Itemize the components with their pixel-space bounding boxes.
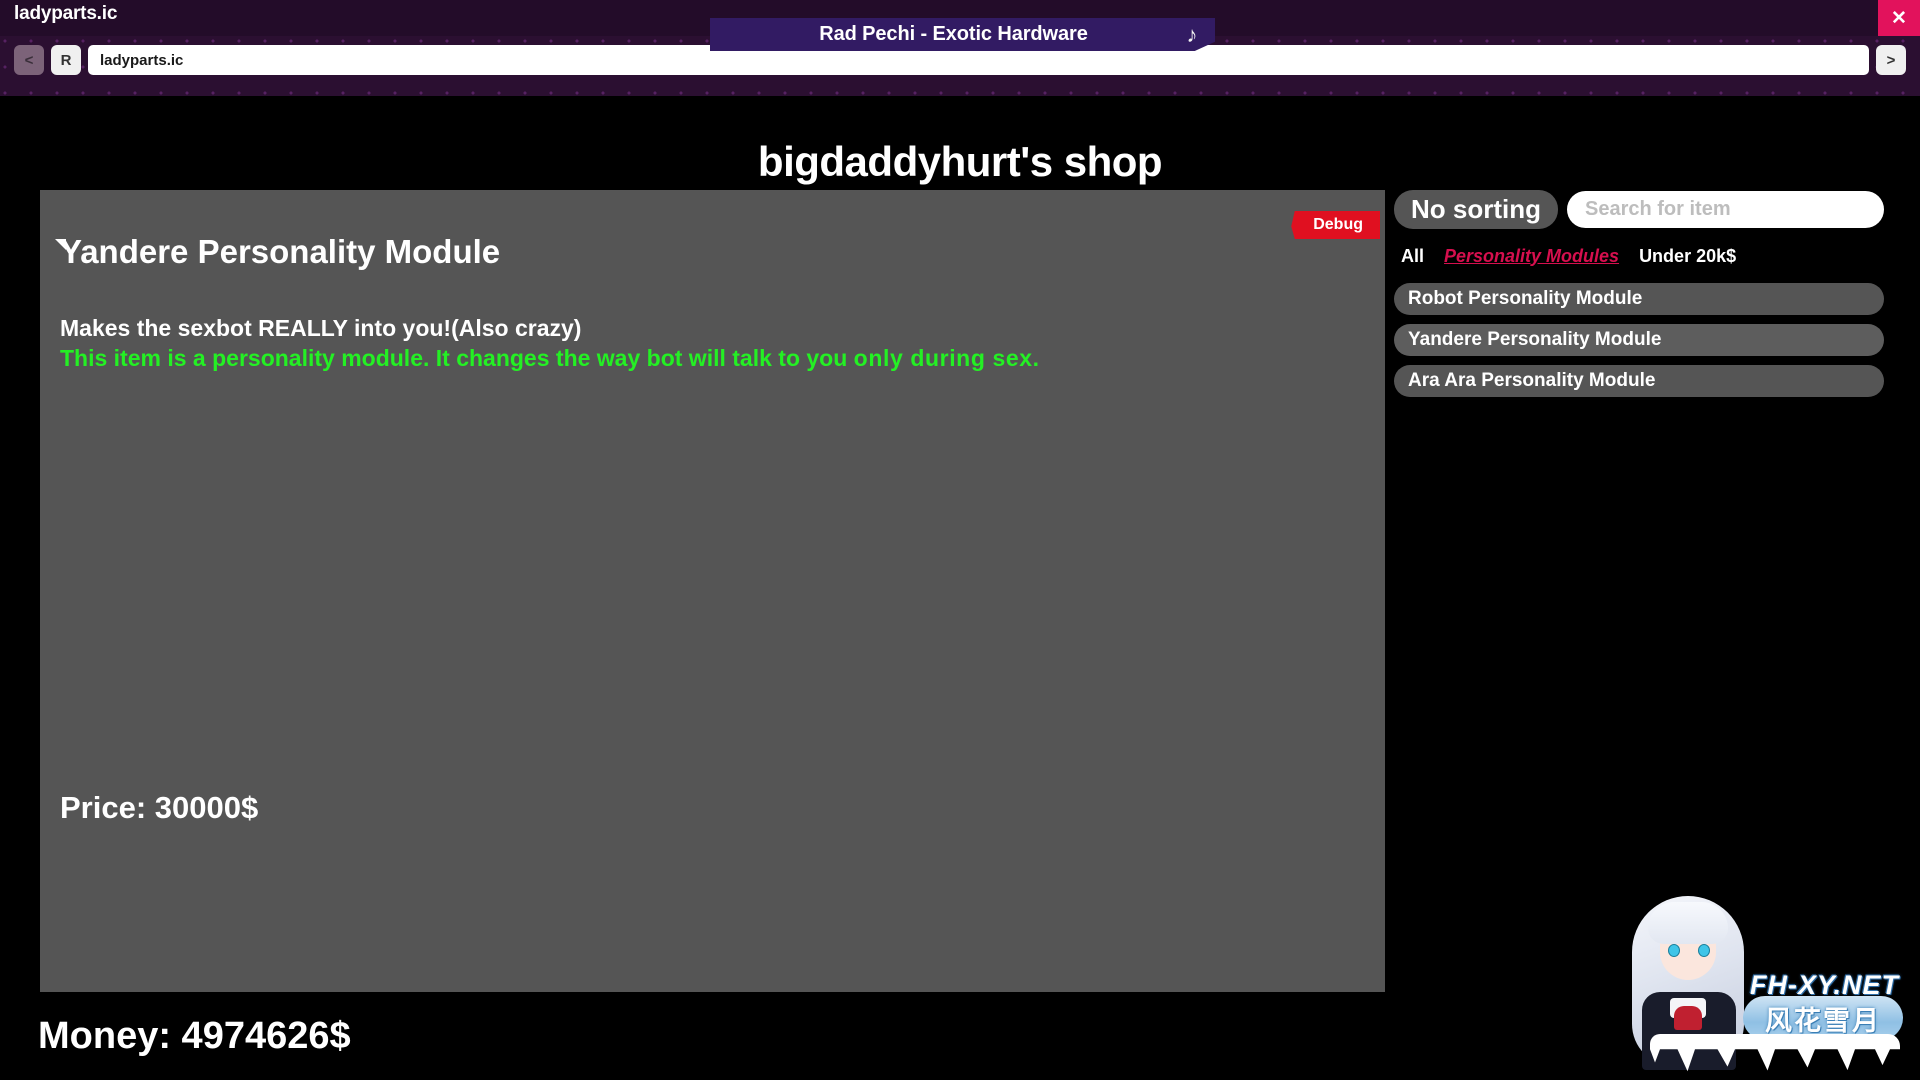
item-description: Makes the sexbot REALLY into you!(Also c… bbox=[60, 315, 582, 341]
music-note-icon[interactable]: ♪ bbox=[1169, 22, 1215, 48]
back-button[interactable]: < bbox=[14, 45, 44, 75]
filter-tab-all[interactable]: All bbox=[1401, 246, 1424, 267]
search-input[interactable] bbox=[1567, 190, 1884, 228]
close-icon[interactable]: ✕ bbox=[1878, 0, 1920, 36]
money-bar: Money: 4974626$ bbox=[24, 992, 1896, 1080]
filter-tabs: All Personality Modules Under 20k$ bbox=[1394, 245, 1884, 267]
filter-tab-personality-modules[interactable]: Personality Modules bbox=[1444, 246, 1619, 267]
item-detail-panel: Debug Yandere Personality Module Makes t… bbox=[40, 190, 1385, 1074]
page-title: bigdaddyhurt's shop bbox=[757, 138, 1163, 185]
now-playing-title: Rad Pechi - Exotic Hardware bbox=[819, 23, 1088, 45]
item-list: Robot Personality Module Yandere Persona… bbox=[1394, 283, 1884, 397]
now-playing-banner[interactable]: Rad Pechi - Exotic Hardware ♪ bbox=[710, 18, 1215, 51]
sort-button[interactable]: No sorting bbox=[1394, 189, 1558, 229]
list-item[interactable]: Robot Personality Module bbox=[1394, 283, 1884, 315]
forward-button[interactable]: > bbox=[1876, 45, 1906, 75]
shop-page: bigdaddyhurt's shop Debug Yandere Person… bbox=[24, 96, 1896, 1080]
money-amount: Money: 4974626$ bbox=[38, 1014, 351, 1057]
item-title: Yandere Personality Module bbox=[60, 233, 501, 270]
filter-tab-under-20k[interactable]: Under 20k$ bbox=[1639, 246, 1736, 267]
debug-badge[interactable]: Debug bbox=[1291, 211, 1380, 239]
shop-sidebar: No sorting All Personality Modules Under… bbox=[1394, 189, 1884, 1074]
list-item[interactable]: Yandere Personality Module bbox=[1394, 324, 1884, 356]
item-note: This item is a personality module. It ch… bbox=[60, 344, 1370, 373]
application-window: ladyparts.ic ✕ < R ladyparts.ic > Rad Pe… bbox=[0, 0, 1920, 1080]
sidebar-toolbar: No sorting bbox=[1394, 189, 1884, 229]
reload-button[interactable]: R bbox=[51, 45, 81, 75]
item-note-emphasis: only during sex. bbox=[853, 345, 1040, 371]
list-item[interactable]: Ara Ara Personality Module bbox=[1394, 365, 1884, 397]
window-title: ladyparts.ic bbox=[14, 3, 118, 24]
item-price: Price: 30000$ bbox=[60, 790, 259, 825]
item-note-prefix: This item is a personality module. It ch… bbox=[60, 345, 854, 371]
